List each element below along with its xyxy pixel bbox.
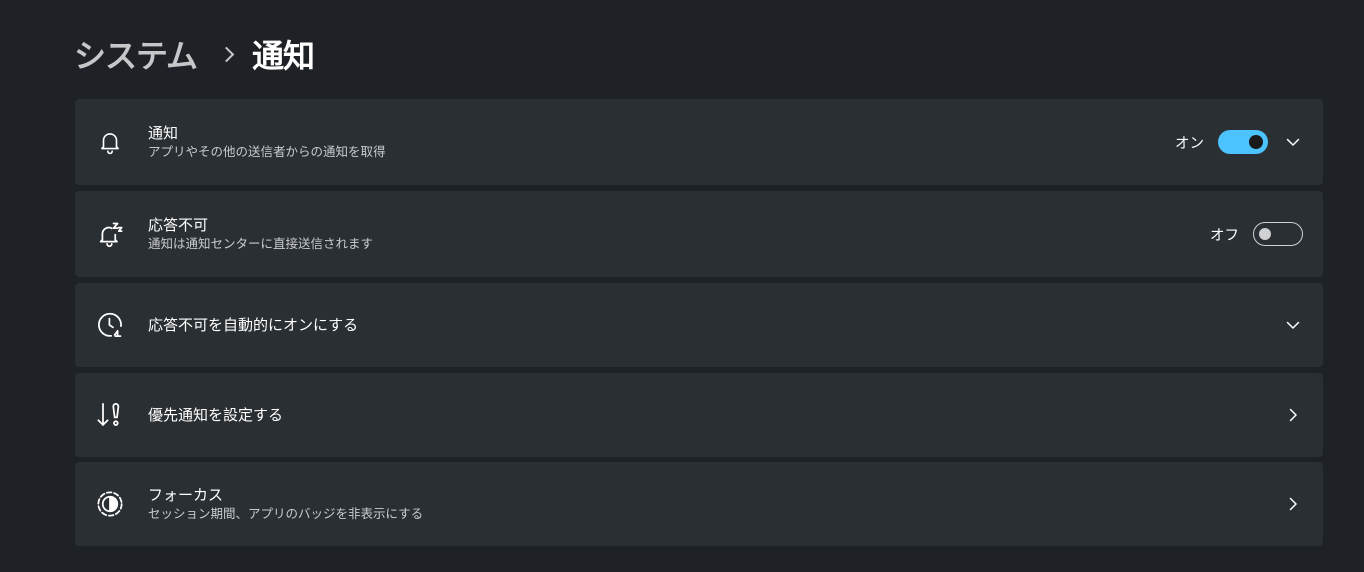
setting-title: 優先通知を設定する: [148, 406, 284, 424]
setting-subtitle: アプリやその他の送信者からの通知を取得: [148, 144, 386, 159]
dnd-toggle-group: オフ: [1210, 222, 1303, 246]
priority-icon: [95, 400, 125, 430]
breadcrumb: システム 通知: [74, 28, 315, 80]
setting-notifications[interactable]: 通知 アプリやその他の送信者からの通知を取得 オン: [75, 99, 1323, 185]
setting-title: 通知: [148, 124, 179, 142]
toggle-knob: [1249, 135, 1263, 149]
chevron-right-icon[interactable]: [1285, 407, 1301, 423]
chevron-down-icon[interactable]: [1285, 317, 1301, 333]
chevron-down-icon[interactable]: [1285, 134, 1301, 150]
focus-icon: [95, 489, 125, 519]
clock-icon: [95, 310, 125, 340]
page-title: 通知: [252, 37, 315, 75]
bell-icon: [95, 127, 125, 157]
setting-subtitle: セッション期間、アプリのバッジを非表示にする: [148, 506, 424, 521]
setting-title: 応答不可: [148, 216, 209, 234]
breadcrumb-parent[interactable]: システム: [74, 31, 198, 77]
bell-zzz-icon: [95, 219, 125, 249]
setting-subtitle: 通知は通知センターに直接送信されます: [148, 236, 374, 251]
setting-do-not-disturb[interactable]: 応答不可 通知は通知センターに直接送信されます オフ: [75, 191, 1323, 277]
breadcrumb-separator-icon: [218, 46, 235, 62]
notifications-toggle-group: オン: [1175, 130, 1268, 154]
notifications-toggle[interactable]: [1218, 130, 1268, 154]
setting-title: 応答不可を自動的にオンにする: [148, 316, 359, 334]
toggle-label: オフ: [1210, 227, 1239, 244]
setting-priority-notifications[interactable]: 優先通知を設定する: [75, 373, 1323, 457]
dnd-toggle[interactable]: [1253, 222, 1303, 246]
chevron-right-icon[interactable]: [1285, 496, 1301, 512]
setting-focus[interactable]: フォーカス セッション期間、アプリのバッジを非表示にする: [75, 462, 1323, 546]
setting-auto-dnd[interactable]: 応答不可を自動的にオンにする: [75, 283, 1323, 367]
setting-title: フォーカス: [148, 486, 224, 504]
toggle-knob: [1259, 228, 1271, 240]
toggle-label: オン: [1175, 135, 1204, 152]
